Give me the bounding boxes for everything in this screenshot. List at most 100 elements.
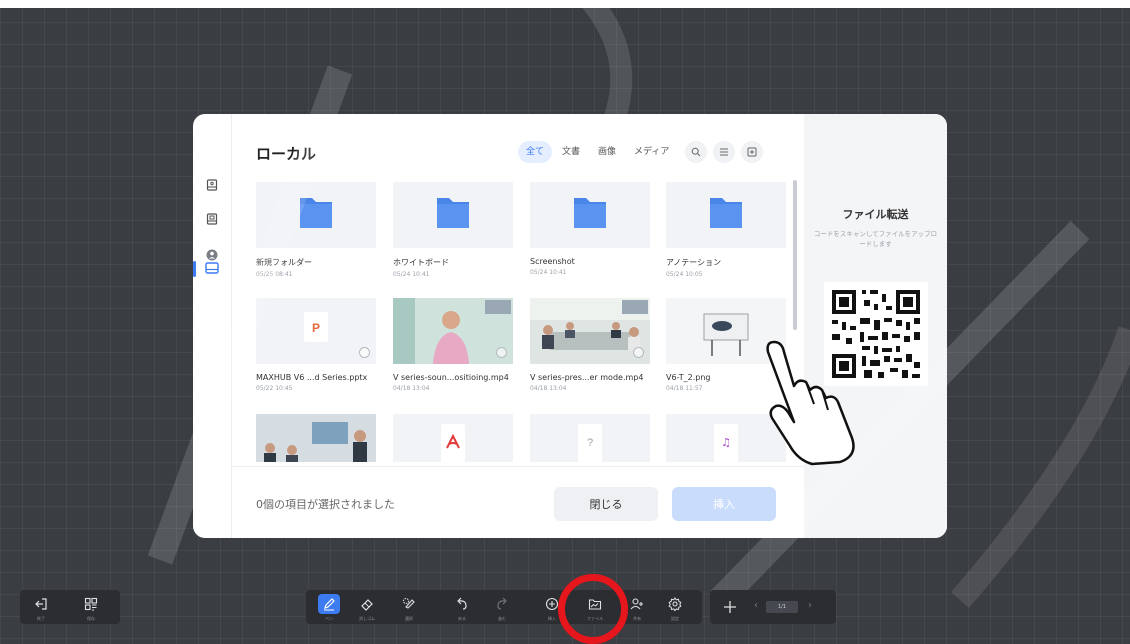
redo-label: 進む [498,616,506,621]
transfer-description: コードをスキャンしてファイルをアップロードします [813,230,938,248]
add-page-icon[interactable] [722,599,738,619]
file-item[interactable]: P MAXHUB V6 ...d Series.pptx 05/22 10:45 [256,298,376,392]
share-label: 共有 [633,616,641,621]
transfer-title: ファイル転送 [842,208,909,221]
next-page-icon[interactable]: › [808,600,812,611]
svg-text:P: P [312,321,320,335]
top-edge [0,0,1130,8]
video-thumbnail [393,298,513,364]
exit-button[interactable]: 終了 [28,590,54,622]
source-sidebar [193,114,232,538]
folder-icon [256,182,376,248]
save-label: 保存 [87,616,95,621]
settings-button[interactable]: 設定 [662,590,688,622]
unknown-file-icon: ? [530,414,650,462]
select-radio[interactable] [633,347,644,358]
file-date: 05/22 10:45 [256,385,293,392]
search-icon[interactable] [685,141,708,163]
account-icon[interactable] [197,242,227,268]
file-item[interactable]: 新規フォルダー 05/25 08:41 [256,182,376,278]
file-dialog: ローカル 全て 文書 画像 メディア 新規フォルダー 05/25 08:41 ホ… [193,114,947,538]
undo-label: 戻る [458,616,466,621]
divider [232,466,804,467]
select-button[interactable]: 選択 [396,590,422,622]
highlight-circle [558,574,628,644]
folder-icon [530,182,650,248]
lasso-icon [398,594,420,614]
undo-icon [451,594,473,614]
redo-button[interactable]: 進む [489,590,515,622]
page-toolbar: ‹ 1/1 › [710,590,836,624]
file-name: ホワイトボード [393,258,449,267]
file-name: V series-pres...er mode.mp4 [530,373,644,382]
left-toolbar: 終了 保存 [20,590,120,624]
gear-icon [664,594,686,614]
share-user-icon [626,594,648,614]
svg-text:?: ? [587,437,593,449]
folder-icon [393,182,513,248]
filter-documents[interactable]: 文書 [554,141,588,163]
folder-icon [666,182,786,248]
new-folder-icon[interactable] [741,141,764,163]
file-transfer-panel: ファイル転送 コードをスキャンしてファイルをアップロードします [804,114,947,538]
grid-icon [80,594,102,614]
close-button[interactable]: 閉じる [554,487,658,521]
file-date: 04/18 13:04 [530,385,567,392]
redo-icon [491,594,513,614]
file-date: 05/24 10:41 [393,271,430,278]
eraser-button[interactable]: 消しゴム [354,590,380,622]
exit-icon [30,594,52,614]
pen-label: ペン [325,616,333,621]
file-item[interactable]: ? [530,414,650,462]
dialog-title: ローカル [256,145,317,163]
file-item[interactable] [393,414,513,462]
scrollbar[interactable] [793,180,797,330]
prev-page-icon[interactable]: ‹ [754,600,758,611]
video-thumbnail [530,298,650,364]
list-view-icon[interactable] [713,141,736,163]
file-item[interactable]: V series-soun...ositioing.mp4 04/18 13:0… [393,298,513,392]
filter-tabs: 全て 文書 画像 メディア [518,141,764,163]
pptx-file-icon: P [256,298,376,364]
filter-images[interactable]: 画像 [590,141,624,163]
filter-all[interactable]: 全て [518,141,553,163]
video-thumbnail [256,414,376,462]
pen-icon [318,594,340,614]
pen-button[interactable]: ペン [316,590,342,622]
file-browser: ローカル 全て 文書 画像 メディア 新規フォルダー 05/25 08:41 ホ… [232,114,804,538]
file-name: V series-soun...ositioing.mp4 [393,373,509,382]
pdf-file-icon [393,414,513,462]
cloud-drive-icon[interactable] [197,172,227,198]
file-date: 05/24 10:41 [530,269,567,276]
insert-button[interactable]: 挿入 [672,487,776,521]
usb-drive-icon[interactable] [197,206,227,232]
settings-label: 設定 [671,616,679,621]
select-label: 選択 [405,616,413,621]
file-date: 05/24 10:05 [666,271,703,278]
insert-tool-label: 挿入 [548,616,556,621]
select-radio[interactable] [496,347,507,358]
file-item[interactable] [256,414,376,462]
file-name: アノテーション [666,258,722,267]
file-item[interactable]: アノテーション 05/24 10:05 [666,182,786,278]
file-item[interactable]: V series-pres...er mode.mp4 04/18 13:04 [530,298,650,392]
eraser-label: 消しゴム [359,616,375,621]
page-indicator: 1/1 [777,604,787,610]
file-name: MAXHUB V6 ...d Series.pptx [256,373,368,382]
main-toolbar: ペン 消しゴム 選択 戻る 進む 挿入 ファイル 共有 設定 [306,590,702,624]
undo-button[interactable]: 戻る [449,590,475,622]
file-name: Screenshot [530,257,575,266]
file-item[interactable]: Screenshot 05/24 10:41 [530,182,650,276]
file-item[interactable]: ホワイトボード 05/24 10:41 [393,182,513,278]
pointing-hand-icon [766,340,855,466]
eraser-icon [356,594,378,614]
file-name: 新規フォルダー [256,258,312,267]
filter-media[interactable]: メディア [626,141,677,163]
select-radio[interactable] [359,347,370,358]
svg-text:♫: ♫ [721,436,731,449]
selection-status: 0個の項目が選択されました [256,498,395,511]
file-date: 05/25 08:41 [256,271,293,278]
page-indicator-box[interactable]: 1/1 [766,601,798,613]
save-button[interactable]: 保存 [78,590,104,622]
exit-label: 終了 [37,616,45,621]
